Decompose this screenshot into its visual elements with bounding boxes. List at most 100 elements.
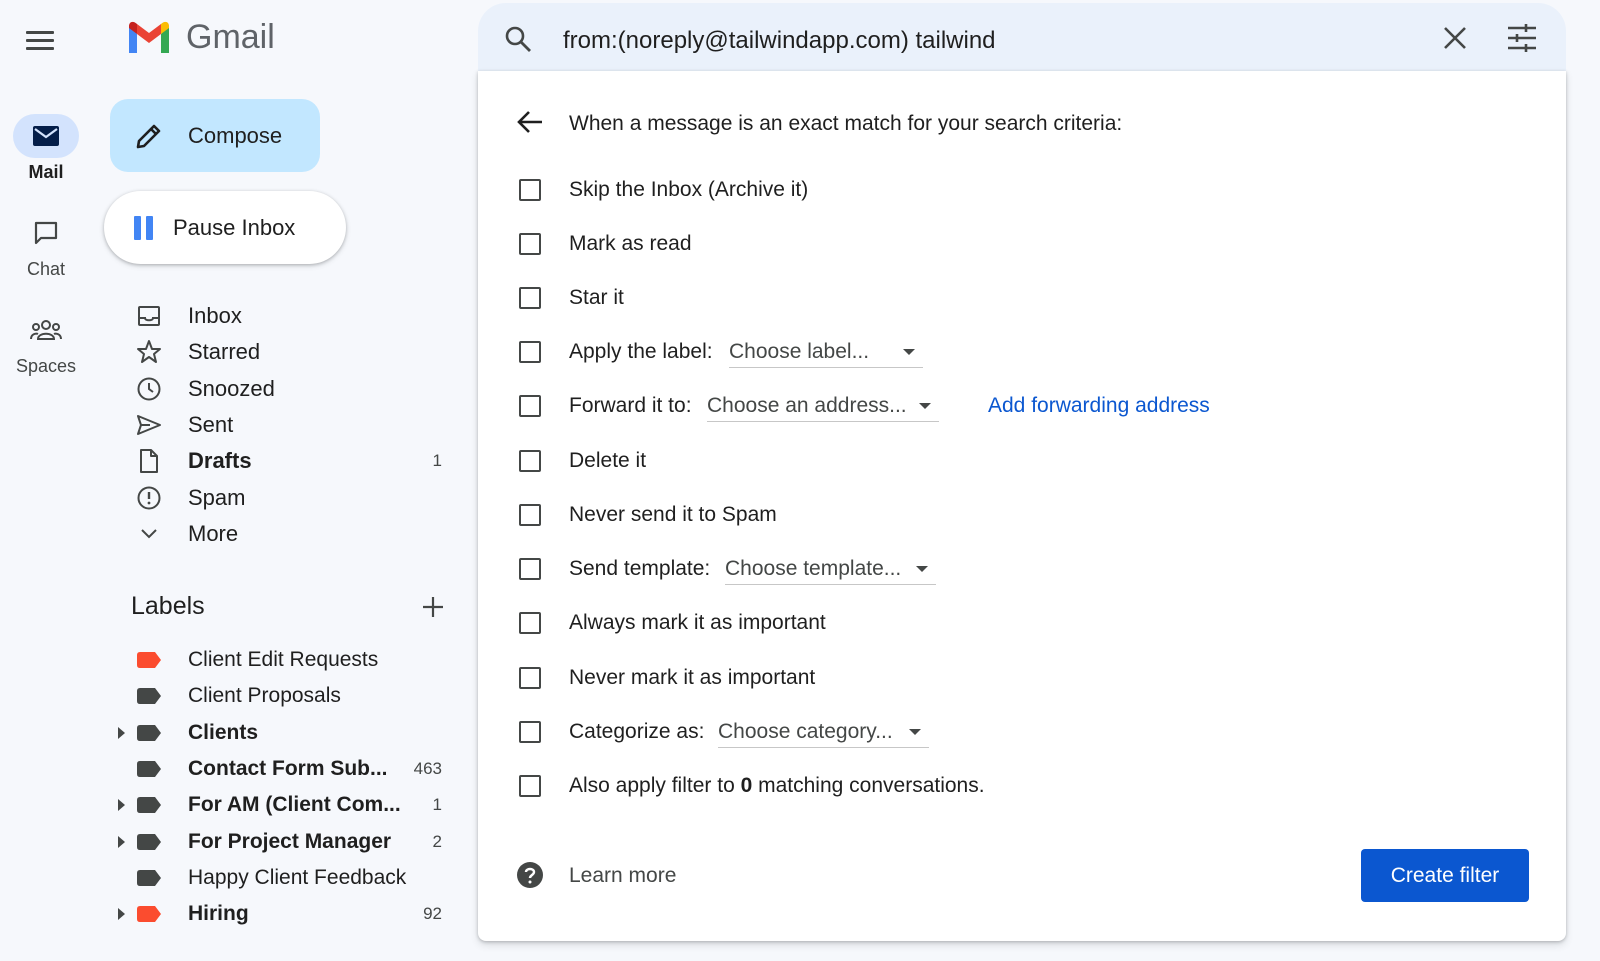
categorize-checkbox[interactable]	[519, 721, 541, 743]
main-menu-button[interactable]	[20, 22, 60, 58]
filter-option: Also apply filter to 0 matching conversa…	[478, 766, 1566, 806]
add-forwarding-address-link[interactable]: Add forwarding address	[988, 394, 1210, 418]
gmail-m-icon	[129, 21, 169, 53]
nav-item-snoozed[interactable]: Snoozed	[0, 371, 470, 407]
label-item[interactable]: Client Edit Requests	[0, 642, 470, 678]
filter-option: Forward it to: Choose an address... Add …	[478, 386, 1566, 426]
label-count: 2	[432, 831, 442, 851]
mark-read-checkbox[interactable]	[519, 233, 541, 255]
never-spam-checkbox[interactable]	[519, 504, 541, 526]
label-item[interactable]: Clients	[0, 715, 470, 751]
search-options-icon[interactable]	[1506, 23, 1538, 53]
option-label: Send template:	[569, 557, 711, 580]
filter-option: Star it	[478, 278, 1566, 318]
pause-inbox-button[interactable]: Pause Inbox	[104, 191, 346, 264]
also-apply-checkbox[interactable]	[519, 775, 541, 797]
label-dropdown[interactable]: Choose label...	[729, 336, 923, 368]
spam-icon	[136, 485, 162, 511]
label-list: Client Edit Requests Client Proposals Cl…	[0, 642, 470, 932]
pause-label: Pause Inbox	[173, 214, 296, 240]
pencil-icon	[136, 124, 161, 148]
nav-label: Spam	[188, 484, 246, 510]
label-tag-icon	[137, 869, 161, 886]
label-tag-icon	[137, 833, 161, 850]
filter-option: Always mark it as important	[478, 603, 1566, 643]
label-name: Clients	[188, 720, 259, 744]
option-label: Always mark it as important	[569, 611, 826, 634]
skip-inbox-checkbox[interactable]	[519, 179, 541, 201]
nav-item-drafts[interactable]: Drafts 1	[0, 443, 470, 479]
menu-icon	[26, 30, 54, 34]
option-label: Skip the Inbox (Archive it)	[569, 178, 809, 201]
label-name: For Project Manager	[188, 829, 392, 853]
send-icon	[136, 412, 162, 438]
labels-heading: Labels	[131, 592, 205, 620]
label-item[interactable]: Hiring 92	[0, 896, 470, 932]
label-tag-icon	[137, 688, 161, 705]
dropdown-arrow-icon	[919, 402, 931, 409]
label-item[interactable]: For AM (Client Com... 1	[0, 787, 470, 823]
create-filter-button[interactable]: Create filter	[1361, 849, 1529, 902]
nav-item-inbox[interactable]: Inbox	[0, 298, 470, 334]
nav-item-more[interactable]: More	[0, 516, 470, 552]
category-dropdown[interactable]: Choose category...	[718, 716, 929, 748]
clock-icon	[136, 376, 162, 402]
delete-it-checkbox[interactable]	[519, 450, 541, 472]
option-label: Star it	[569, 286, 624, 309]
nav-label: Inbox	[188, 303, 242, 329]
label-count: 92	[423, 904, 442, 924]
filter-panel: When a message is an exact match for you…	[478, 71, 1566, 941]
rail-item-mail[interactable]: Mail	[0, 114, 92, 183]
always-important-checkbox[interactable]	[519, 612, 541, 634]
label-name: Happy Client Feedback	[188, 865, 407, 889]
expand-caret-icon[interactable]	[118, 908, 125, 921]
nav-item-starred[interactable]: Starred	[0, 334, 470, 370]
matching-count: 0	[740, 774, 753, 797]
also-apply-suffix: matching conversations.	[752, 774, 985, 797]
add-label-icon[interactable]	[420, 594, 446, 620]
pause-icon	[134, 215, 153, 240]
address-dropdown[interactable]: Choose an address...	[707, 390, 939, 422]
label-tag-icon	[137, 652, 161, 669]
nav-item-sent[interactable]: Sent	[0, 407, 470, 443]
search-input[interactable]: from:(noreply@tailwindapp.com) tailwind	[563, 27, 996, 55]
back-arrow-icon[interactable]	[516, 109, 544, 135]
label-item[interactable]: Client Proposals	[0, 678, 470, 714]
nav-label: Drafts	[188, 448, 252, 474]
expand-caret-icon[interactable]	[118, 726, 125, 739]
label-item[interactable]: Contact Form Sub... 463	[0, 751, 470, 787]
search-bar: from:(noreply@tailwindapp.com) tailwind	[478, 3, 1566, 73]
compose-button[interactable]: Compose	[110, 99, 320, 172]
option-label: Forward it to:	[569, 394, 692, 417]
dropdown-arrow-icon	[916, 565, 928, 572]
app-name: Gmail	[186, 18, 275, 56]
expand-caret-icon[interactable]	[118, 799, 125, 812]
label-item[interactable]: For Project Manager 2	[0, 823, 470, 859]
never-important-checkbox[interactable]	[519, 667, 541, 689]
learn-more-link[interactable]: Learn more	[569, 864, 676, 888]
dropdown-arrow-icon	[909, 728, 921, 735]
filter-option: Send template: Choose template...	[478, 549, 1566, 589]
label-name: Contact Form Sub...	[188, 757, 388, 781]
rail-item-chat[interactable]: Chat	[0, 211, 92, 280]
nav-item-spam[interactable]: Spam	[0, 479, 470, 515]
expand-caret-icon[interactable]	[118, 835, 125, 848]
star-it-checkbox[interactable]	[519, 287, 541, 309]
search-icon[interactable]	[504, 25, 532, 53]
forward-checkbox[interactable]	[519, 395, 541, 417]
gmail-logo[interactable]: Gmail	[126, 18, 275, 57]
label-name: Client Proposals	[188, 684, 341, 708]
help-icon[interactable]	[516, 861, 544, 889]
apply-label-checkbox[interactable]	[519, 341, 541, 363]
label-item[interactable]: Happy Client Feedback	[0, 860, 470, 896]
chevron-down-icon	[136, 521, 162, 547]
close-icon[interactable]	[1442, 25, 1468, 51]
label-tag-icon	[137, 724, 161, 741]
also-apply-prefix: Also apply filter to	[569, 774, 741, 797]
dropdown-value: Choose category...	[718, 719, 893, 743]
filter-option: Apply the label: Choose label...	[478, 332, 1566, 372]
label-name: Client Edit Requests	[188, 648, 379, 672]
send-template-checkbox[interactable]	[519, 558, 541, 580]
option-label: Mark as read	[569, 232, 692, 255]
template-dropdown[interactable]: Choose template...	[725, 553, 936, 585]
